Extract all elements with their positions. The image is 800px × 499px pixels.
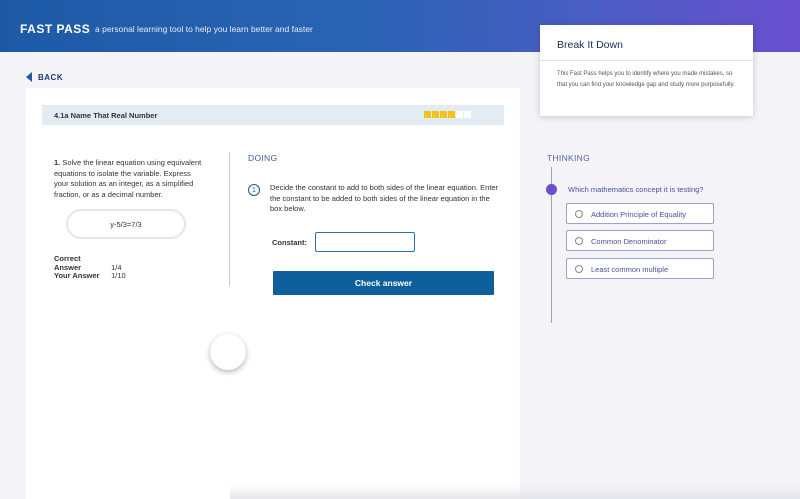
doing-heading: DOING: [248, 153, 278, 163]
correct-answer-label: Correct Answer: [54, 254, 82, 272]
option-common-denominator[interactable]: Common Denominator: [566, 230, 714, 251]
constant-label: Constant:: [272, 238, 307, 247]
problem-statement: 1. Solve the linear equation using equiv…: [54, 158, 204, 200]
app-brand: FAST PASS: [20, 22, 91, 36]
option-label: Addition Principle of Equality: [591, 210, 687, 219]
lesson-title: 4.1a Name That Real Number: [54, 111, 158, 120]
step-instruction: Decide the constant to add to both sides…: [270, 183, 499, 213]
radio-icon[interactable]: [575, 237, 583, 245]
progress-segment: [448, 111, 455, 118]
progress-segment: [440, 111, 447, 118]
column-divider: [229, 152, 230, 286]
thinking-heading: THINKING: [547, 153, 591, 163]
correct-answer-row: Correct Answer 1/4: [54, 254, 122, 272]
bottom-shadow: [230, 485, 800, 499]
lesson-header: 4.1a Name That Real Number: [42, 105, 504, 125]
timeline-marker-icon: [546, 184, 557, 195]
help-panel: Break It Down This Fast Pass helps you t…: [540, 25, 753, 116]
check-answer-button[interactable]: Check answer: [273, 271, 494, 295]
radio-icon[interactable]: [575, 210, 583, 218]
option-label: Common Denominator: [591, 237, 667, 246]
option-label: Least common multiple: [591, 265, 669, 274]
lesson-card: 4.1a Name That Real Number 1. Solve the …: [26, 88, 520, 499]
help-body: This Fast Pass helps you to identify whe…: [557, 71, 735, 88]
back-label: BACK: [38, 72, 64, 82]
help-title: Break It Down: [557, 39, 623, 51]
step-number-badge: 1: [248, 184, 260, 196]
progress-segment: [456, 111, 463, 118]
problem-text: Solve the linear equation using equivale…: [54, 158, 202, 199]
progress-segment: [464, 111, 471, 118]
your-answer-row: Your Answer 1/10: [54, 271, 126, 280]
back-arrow-icon: [26, 72, 32, 82]
app-tagline: a personal learning tool to help you lea…: [95, 24, 313, 34]
progress-segment: [424, 111, 431, 118]
constant-input[interactable]: [315, 232, 415, 252]
back-button[interactable]: BACK: [26, 72, 63, 82]
progress-segment: [432, 111, 439, 118]
option-addition-principle[interactable]: Addition Principle of Equality: [566, 203, 714, 224]
floating-action-button[interactable]: [210, 334, 246, 370]
problem-number: 1.: [54, 158, 61, 167]
option-least-common-multiple[interactable]: Least common multiple: [566, 258, 714, 279]
equation-display: y-5/3=7/3: [66, 209, 186, 239]
progress-indicator: [424, 111, 471, 118]
your-answer-value: 1/10: [111, 271, 126, 280]
radio-icon[interactable]: [575, 265, 583, 273]
help-divider: [540, 60, 753, 61]
your-answer-label: Your Answer: [54, 271, 100, 280]
thinking-question: Which mathematics concept it is testing?: [568, 185, 704, 194]
